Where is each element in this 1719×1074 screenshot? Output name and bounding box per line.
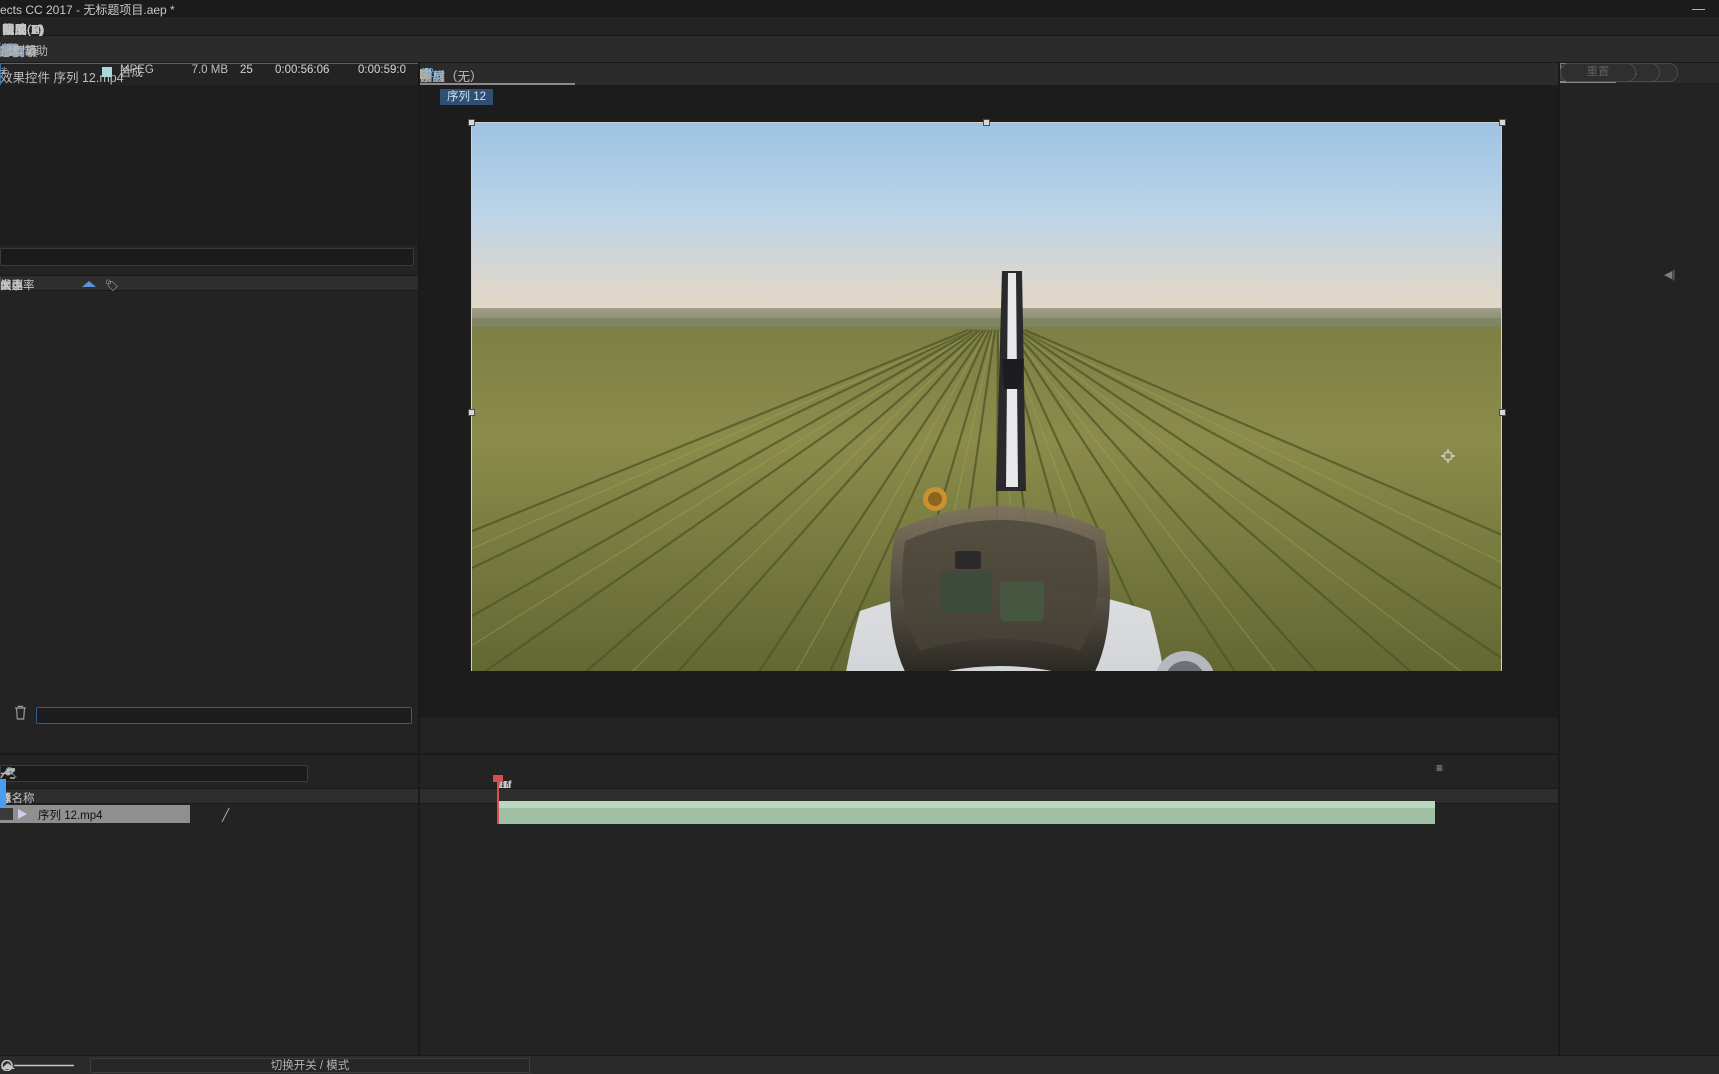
item-color-swatch-2 bbox=[102, 67, 112, 77]
selection-handle-tc[interactable] bbox=[983, 119, 990, 126]
composition-tab-strip: × 🔒 合成 序列 12 ≡ 素材（无） 图层（无） bbox=[420, 63, 1560, 85]
breadcrumb[interactable]: 序列 12 bbox=[440, 89, 493, 105]
after-effects-window: ects CC 2017 - 无标题项目.aep * — 合成(C) 图层(L)… bbox=[0, 0, 1719, 1074]
effect-controls-body bbox=[0, 85, 420, 245]
selection-handle-tr[interactable] bbox=[1499, 119, 1506, 126]
row-type-2: MPEG bbox=[120, 64, 154, 76]
search-help-label[interactable]: 搜索帮助 bbox=[0, 42, 48, 59]
layer-expand-icon[interactable] bbox=[18, 809, 27, 819]
left-dock: 效果控件 序列 12.mp4 🏷 类型 大小 帧速率 入点 出点 合成 25 0… bbox=[0, 63, 420, 724]
layer-name: 序列 12.mp4 bbox=[38, 810, 103, 822]
aircraft-3d-model bbox=[846, 271, 1214, 671]
title-bar: ects CC 2017 - 无标题项目.aep * — bbox=[0, 0, 1719, 17]
project-column-headers: 🏷 类型 大小 帧速率 入点 出点 bbox=[0, 275, 420, 293]
selection-handle-mr[interactable] bbox=[1499, 409, 1506, 416]
column-out[interactable]: 出点 bbox=[0, 277, 23, 293]
project-search-input[interactable] bbox=[0, 248, 414, 266]
right-dock: 信息 ≡ 音频 R : 150 G : 143 B : 74 A : 255 +… bbox=[1560, 63, 1719, 1055]
row-in-2: 0:00:56:06 bbox=[275, 64, 330, 76]
vertical-divider-right[interactable] bbox=[1558, 63, 1560, 1055]
timeline-panel: 🔍 源名称 ⚲ ✳ ＼ fx ▤ ◍ ◐ ⬡ 序列 12.mp4 ╱ bbox=[0, 755, 1580, 1074]
row-rate-2: 25 bbox=[240, 64, 253, 76]
composition-viewer[interactable] bbox=[420, 111, 1560, 671]
horizontal-divider[interactable] bbox=[0, 753, 1560, 755]
project-row-mpeg[interactable]: MPEG 7.0 MB 25 0:00:56:06 0:00:59:0 bbox=[0, 63, 420, 80]
row-out-2: 0:00:59:0 bbox=[358, 64, 406, 76]
timeline-layer-duration-bar[interactable] bbox=[497, 808, 1435, 824]
window-title: ects CC 2017 - 无标题项目.aep * bbox=[0, 3, 175, 17]
tag-icon: 🏷 bbox=[105, 280, 119, 292]
selection-handle-ml[interactable] bbox=[468, 409, 475, 416]
minimize-button[interactable]: — bbox=[1692, 1, 1705, 16]
timeline-work-area-bar[interactable] bbox=[497, 801, 1435, 808]
status-bar: 切换开关 / 模式 bbox=[0, 1055, 1719, 1074]
project-footer bbox=[0, 703, 420, 727]
reset-button[interactable]: 重置 bbox=[1560, 63, 1636, 82]
timeline-zoom-in-icon[interactable] bbox=[0, 1060, 16, 1074]
menu-bar: 合成(C) 图层(L) 效果(T) 动画(A) 视图(V) 窗口 帮助(H) bbox=[0, 17, 1719, 37]
project-footer-field[interactable] bbox=[36, 707, 412, 724]
work-area-end-marker[interactable] bbox=[0, 779, 6, 808]
layer-switch-d[interactable] bbox=[0, 808, 13, 820]
timeline-search-input[interactable]: 🔍 bbox=[0, 765, 308, 782]
sort-arrow-icon[interactable] bbox=[82, 281, 96, 287]
row-size-2: 7.0 MB bbox=[191, 64, 228, 76]
analyze-backward-icon[interactable]: ◀| bbox=[1664, 268, 1675, 281]
timeline-layer-row[interactable]: 序列 12.mp4 bbox=[0, 805, 190, 823]
timeline-ruler[interactable]: 11f 16f 21f 11f 21f 01f bbox=[497, 779, 1580, 803]
selection-handle-tl[interactable] bbox=[468, 119, 475, 126]
timeline-playhead-handle[interactable] bbox=[493, 775, 503, 782]
vertical-divider-left[interactable] bbox=[418, 63, 420, 1055]
composition-panel: × 🔒 合成 序列 12 ≡ 素材（无） 图层（无） 序列 12 bbox=[420, 63, 1560, 778]
tool-bar: 对齐 必要项 标准 ≡ 小屏幕 库 » 搜索帮助 bbox=[0, 36, 1719, 63]
toggle-switches-modes-button[interactable]: 切换开关 / 模式 bbox=[90, 1058, 530, 1073]
anchor-point-icon[interactable] bbox=[1441, 449, 1455, 463]
tracker-panel: 段落 跟踪器 跟踪摄像机 跟踪运动 运动源： 无 当前跟踪： 无 跟踪类型： 稳… bbox=[1560, 63, 1719, 435]
timeline-playhead[interactable] bbox=[497, 779, 499, 824]
timeline-panel-menu-icon[interactable]: ≡ bbox=[1436, 761, 1443, 775]
layer-switch-quality[interactable]: ╱ bbox=[222, 808, 229, 822]
delete-icon[interactable] bbox=[14, 705, 27, 723]
tab-layer[interactable]: 图层（无） bbox=[420, 66, 483, 85]
